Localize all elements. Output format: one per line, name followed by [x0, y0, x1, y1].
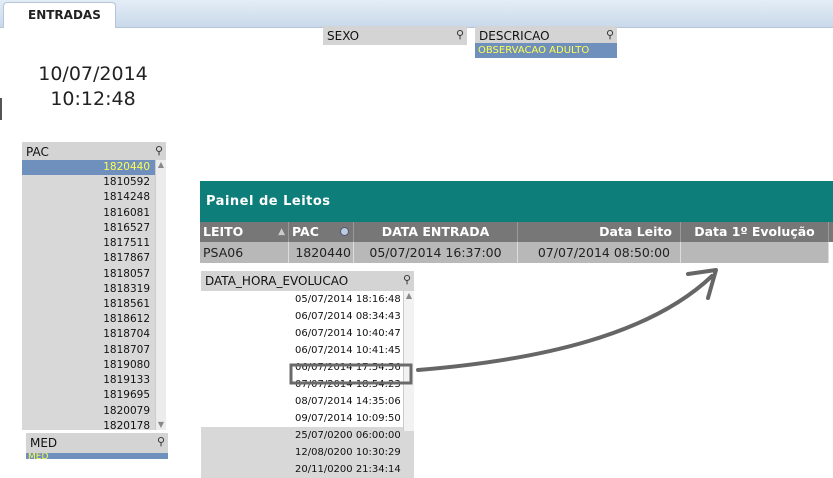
- evolucao-list-item[interactable]: 20/11/0200 21:34:14: [201, 461, 414, 478]
- annotation-arrow: [289, 268, 718, 385]
- arrow-shaft: [416, 274, 714, 372]
- highlight-box: [289, 363, 413, 385]
